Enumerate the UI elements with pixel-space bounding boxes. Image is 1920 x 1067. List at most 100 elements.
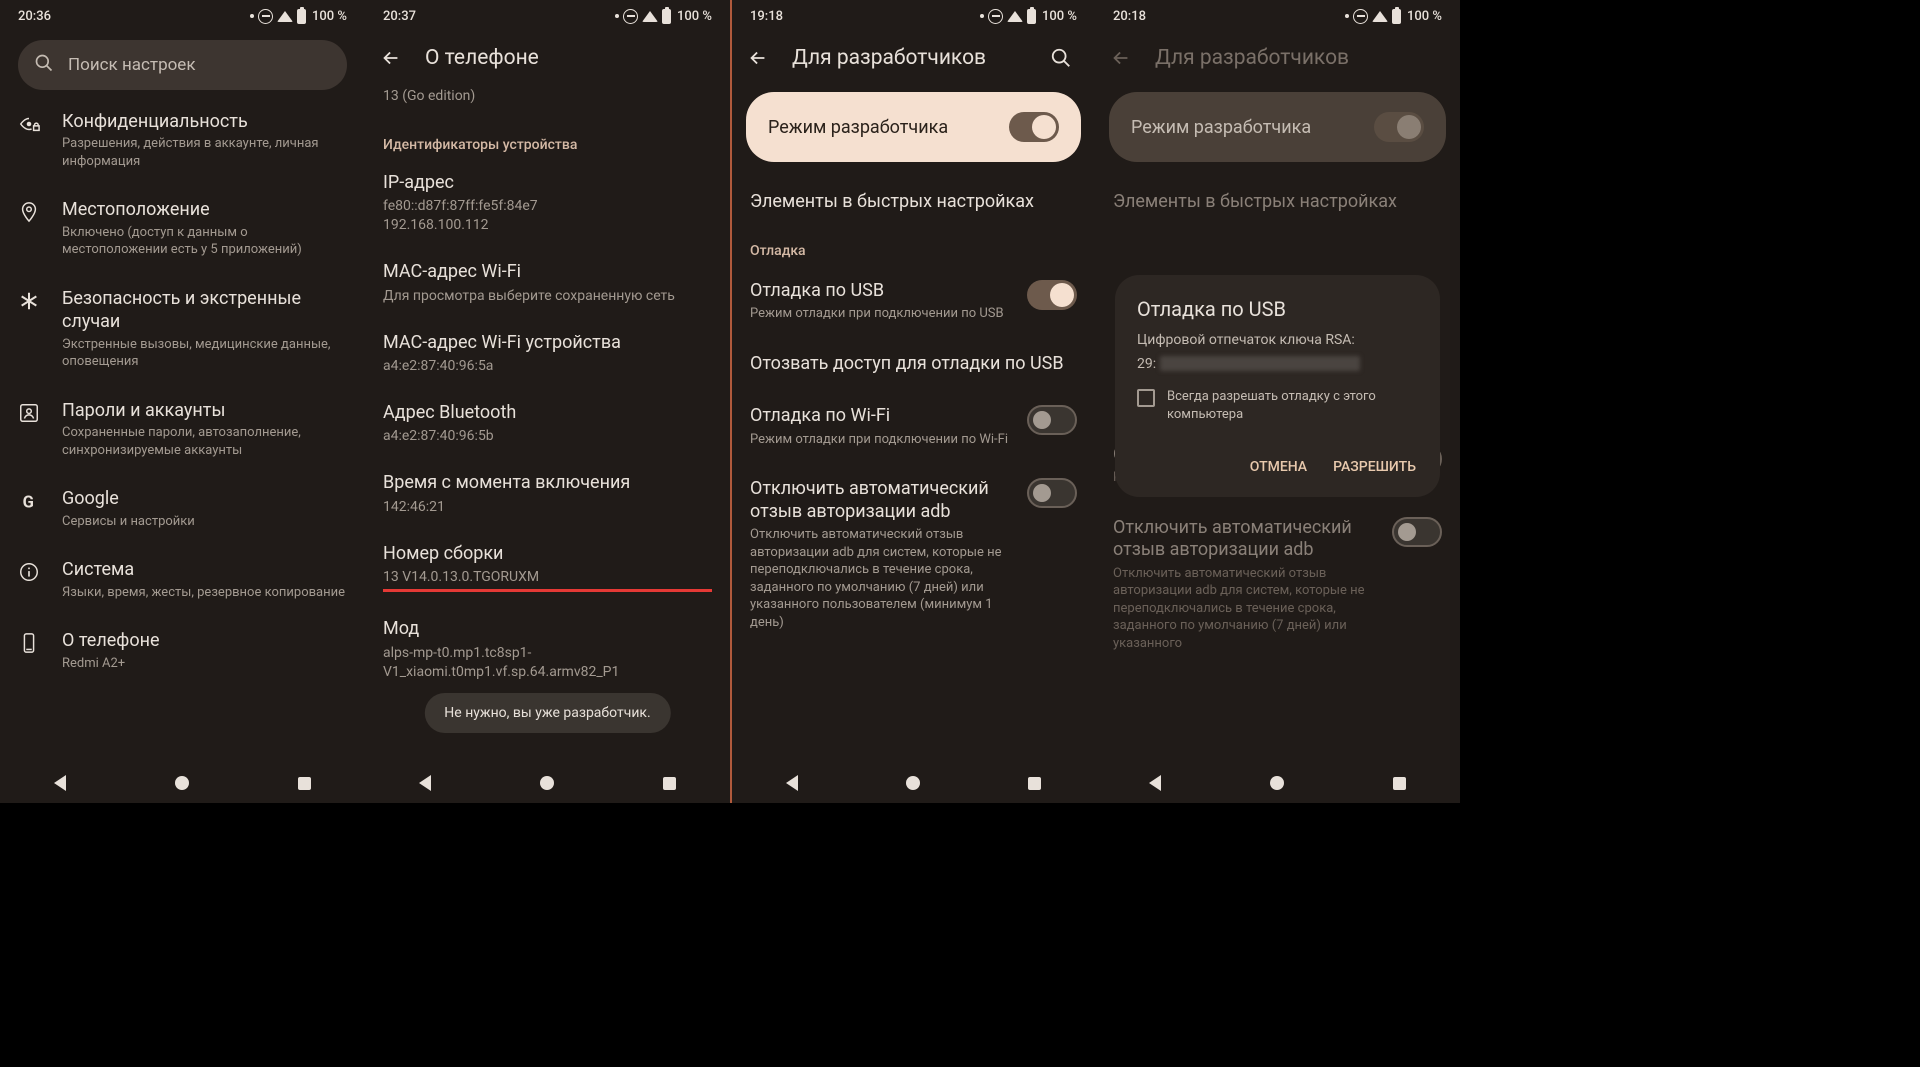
checkbox-icon[interactable] <box>1137 389 1155 407</box>
info-android-version[interactable]: 13 (Go edition) <box>383 87 712 119</box>
adb-revoke-toggle[interactable] <box>1027 478 1077 508</box>
navigation-bar <box>0 763 365 803</box>
dialog-body: Цифровой отпечаток ключа RSA: <box>1137 331 1418 351</box>
toast-message: Не нужно, вы уже разработчик. <box>424 693 670 733</box>
always-allow-checkbox-row[interactable]: Всегда разрешать отладку с этого компьют… <box>1137 388 1418 423</box>
item-adb-auth-revoke: Отключить автоматиче­ский отзыв авториза… <box>1113 502 1442 668</box>
status-time: 20:37 <box>383 9 416 24</box>
page-title: Для разработчиков <box>792 46 986 70</box>
battery-percent: 100 % <box>677 9 712 24</box>
search-input[interactable]: Поиск настроек <box>18 40 347 90</box>
usb-debugging-toggle[interactable] <box>1027 280 1077 310</box>
dot-icon <box>250 14 254 18</box>
info-ip-address[interactable]: IP-адрес fe80::d87f:87ff:fe5f:84e7 192.1… <box>383 159 712 248</box>
item-quick-settings[interactable]: Элементы в быстрых настройках <box>750 176 1077 229</box>
nav-home-button[interactable] <box>906 776 920 790</box>
battery-icon <box>297 9 306 24</box>
info-build-number[interactable]: Номер сборки 13 V14.0.13.0.TGORUXM <box>383 530 712 605</box>
item-revoke-usb[interactable]: Отозвать доступ для отладки по USB <box>750 338 1077 391</box>
nav-home-button[interactable] <box>1270 776 1284 790</box>
status-bar: 20:37 100 % <box>365 0 730 32</box>
wifi-icon <box>277 11 293 22</box>
screen-about-phone: 20:37 100 % О телефоне 13 (Go edition) И… <box>365 0 730 803</box>
fingerprint-redacted <box>1160 356 1360 371</box>
status-bar: 20:36 100 % <box>0 0 365 32</box>
search-icon <box>34 53 54 77</box>
nav-recent-button[interactable] <box>298 777 311 790</box>
phone-icon <box>18 632 40 654</box>
developer-mode-toggle-card: Режим разработчика <box>1109 92 1446 162</box>
settings-item-passwords[interactable]: Пароли и аккаунтыСохраненные пароли, авт… <box>0 385 365 473</box>
screen-settings-main: 20:36 100 % Поиск настроек Конфиденциаль… <box>0 0 365 803</box>
info-mac-wifi[interactable]: MAC-адрес Wi-Fi Для просмотра выберите с… <box>383 248 712 318</box>
dot-icon <box>1345 14 1349 18</box>
account-icon <box>18 402 40 424</box>
nav-home-button[interactable] <box>540 776 554 790</box>
item-adb-auth-revoke[interactable]: Отключить автоматиче­ский отзыв авториза… <box>750 463 1077 646</box>
wifi-debugging-toggle[interactable] <box>1027 405 1077 435</box>
item-wifi-debugging[interactable]: Отладка по Wi-FiРежим отладки при подклю… <box>750 390 1077 463</box>
svg-text:G: G <box>23 494 34 513</box>
search-button[interactable] <box>1039 36 1083 80</box>
back-button <box>1099 36 1143 80</box>
cancel-button[interactable]: ОТМЕНА <box>1248 449 1309 485</box>
developer-mode-toggle-card[interactable]: Режим разработчика <box>746 92 1081 162</box>
asterisk-icon <box>18 290 40 312</box>
nav-recent-button[interactable] <box>663 777 676 790</box>
dnd-icon <box>1353 9 1368 24</box>
page-title: Для разработчиков <box>1155 46 1349 70</box>
section-device-ids: Идентификаторы устройства <box>383 119 712 159</box>
dot-icon <box>615 14 619 18</box>
wifi-icon <box>642 11 658 22</box>
settings-item-google[interactable]: G GoogleСервисы и настройки <box>0 473 365 544</box>
settings-item-privacy[interactable]: КонфиденциальностьРазрешения, действия в… <box>0 96 365 184</box>
info-icon <box>18 561 40 583</box>
dnd-icon <box>258 9 273 24</box>
location-icon <box>18 201 40 223</box>
status-bar: 19:18 100 % <box>732 0 1095 32</box>
battery-icon <box>1392 9 1401 24</box>
allow-button[interactable]: РАЗРЕШИТЬ <box>1331 449 1418 485</box>
developer-mode-toggle <box>1374 112 1424 142</box>
nav-back-button[interactable] <box>1149 775 1161 791</box>
section-debugging: Отладка <box>750 229 1077 265</box>
battery-percent: 100 % <box>312 9 347 24</box>
adb-revoke-toggle <box>1392 517 1442 547</box>
info-mod[interactable]: Мод alps-mp-t0.mp1.tc8sp1-V1_xiaomi.t0mp… <box>383 605 712 694</box>
nav-back-button[interactable] <box>786 775 798 791</box>
item-usb-debugging[interactable]: Отладка по USBРежим отладки при подключе… <box>750 265 1077 338</box>
battery-percent: 100 % <box>1042 9 1077 24</box>
dnd-icon <box>623 9 638 24</box>
dialog-title: Отладка по USB <box>1137 297 1418 321</box>
nav-back-button[interactable] <box>54 775 66 791</box>
status-time: 20:36 <box>18 9 51 24</box>
status-time: 19:18 <box>750 9 783 24</box>
settings-item-location[interactable]: МестоположениеВключено (доступ к данным … <box>0 184 365 272</box>
wifi-icon <box>1372 11 1388 22</box>
info-bluetooth[interactable]: Адрес Bluetooth a4:e2:87:40:96:5b <box>383 389 712 459</box>
settings-item-about[interactable]: О телефонеRedmi A2+ <box>0 615 365 686</box>
info-mac-device[interactable]: MAC-адрес Wi-Fi устройства a4:e2:87:40:9… <box>383 319 712 389</box>
settings-item-system[interactable]: СистемаЯзыки, время, жесты, резервное ко… <box>0 544 365 615</box>
wifi-icon <box>1007 11 1023 22</box>
nav-recent-button[interactable] <box>1028 777 1041 790</box>
settings-item-safety[interactable]: Безопасность и экстренные случаиЭкстренн… <box>0 273 365 385</box>
item-quick-settings: Элементы в быстрых настройках <box>1113 176 1442 229</box>
battery-icon <box>662 9 671 24</box>
nav-recent-button[interactable] <box>1393 777 1406 790</box>
nav-back-button[interactable] <box>419 775 431 791</box>
eye-lock-icon <box>18 113 40 135</box>
screen-usb-debug-dialog: 20:18 100 % Для разработчиков Режим разр… <box>1095 0 1460 803</box>
developer-mode-toggle[interactable] <box>1009 112 1059 142</box>
dialog-fingerprint: 29: <box>1137 355 1418 375</box>
google-icon: G <box>18 490 40 512</box>
status-bar: 20:18 100 % <box>1095 0 1460 32</box>
back-button[interactable] <box>736 36 780 80</box>
info-uptime[interactable]: Время с момента включения 142:46:21 <box>383 459 712 529</box>
nav-home-button[interactable] <box>175 776 189 790</box>
usb-debug-dialog: Отладка по USB Цифровой отпечаток ключа … <box>1115 275 1440 497</box>
dot-icon <box>980 14 984 18</box>
screen-developer-options: 19:18 100 % Для разработчиков Режим разр… <box>730 0 1095 803</box>
search-placeholder: Поиск настроек <box>68 55 196 75</box>
back-button[interactable] <box>369 36 413 80</box>
